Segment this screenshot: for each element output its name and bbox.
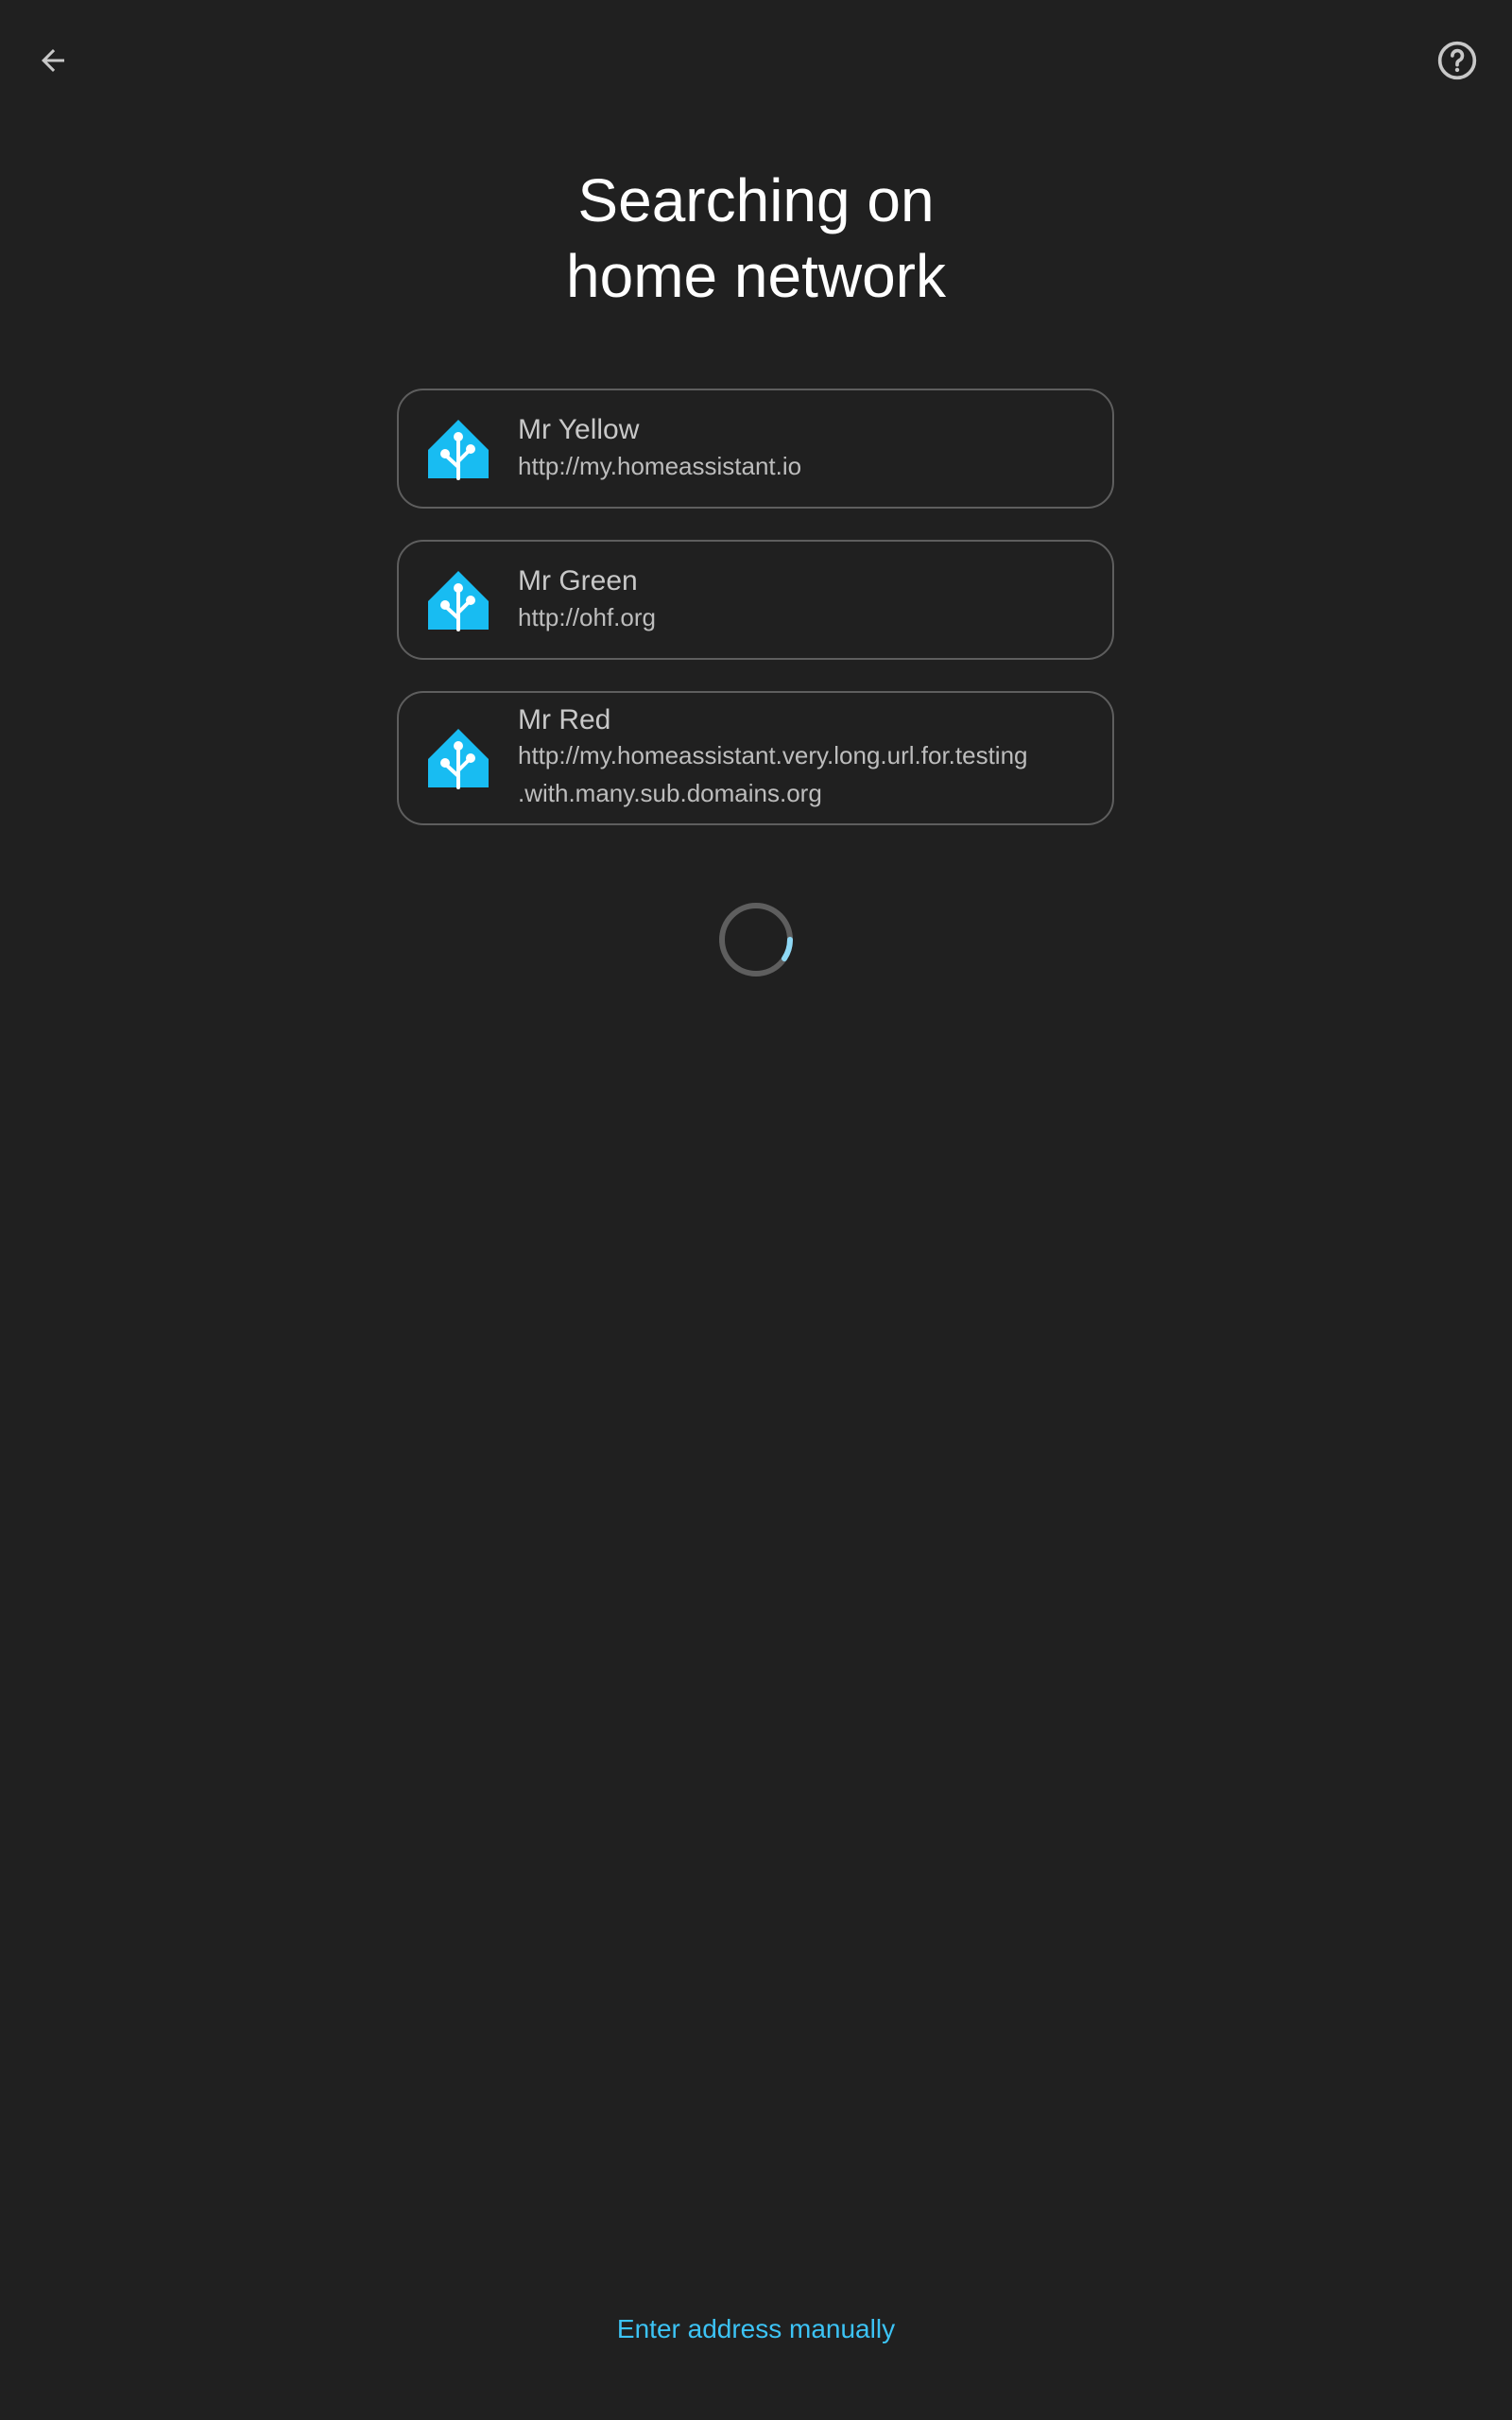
help-circle-icon (1437, 41, 1477, 80)
arrow-left-icon (42, 49, 64, 72)
server-item-mr-red[interactable]: Mr Red http://my.homeassistant.very.long… (397, 691, 1114, 825)
loading-spinner-icon (719, 903, 794, 977)
help-button[interactable] (1419, 23, 1495, 98)
home-assistant-logo-icon (428, 570, 489, 631)
home-assistant-logo-icon (428, 419, 489, 480)
discovered-server-list: Mr Yellow http://my.homeassistant.io Mr … (397, 389, 1114, 856)
server-url: http://my.homeassistant.io (518, 451, 802, 480)
server-name: Mr Red (518, 704, 611, 735)
server-item-mr-yellow[interactable]: Mr Yellow http://my.homeassistant.io (397, 389, 1114, 509)
server-url-line-2: .with.many.sub.domains.org (518, 779, 822, 807)
server-url-line-1: http://my.homeassistant.very.long.url.fo… (518, 741, 1028, 769)
page-title-line-2: home network (566, 242, 946, 310)
page-title-line-1: Searching on (577, 166, 935, 234)
back-button[interactable] (15, 23, 91, 98)
home-assistant-logo-icon (428, 729, 489, 789)
enter-address-manually-link[interactable]: Enter address manually (0, 2310, 1512, 2348)
page-title: Searching on home network (0, 163, 1512, 314)
server-name: Mr Yellow (518, 413, 640, 445)
server-name: Mr Green (518, 564, 638, 596)
server-item-mr-green[interactable]: Mr Green http://ohf.org (397, 540, 1114, 660)
server-url: http://ohf.org (518, 602, 656, 631)
